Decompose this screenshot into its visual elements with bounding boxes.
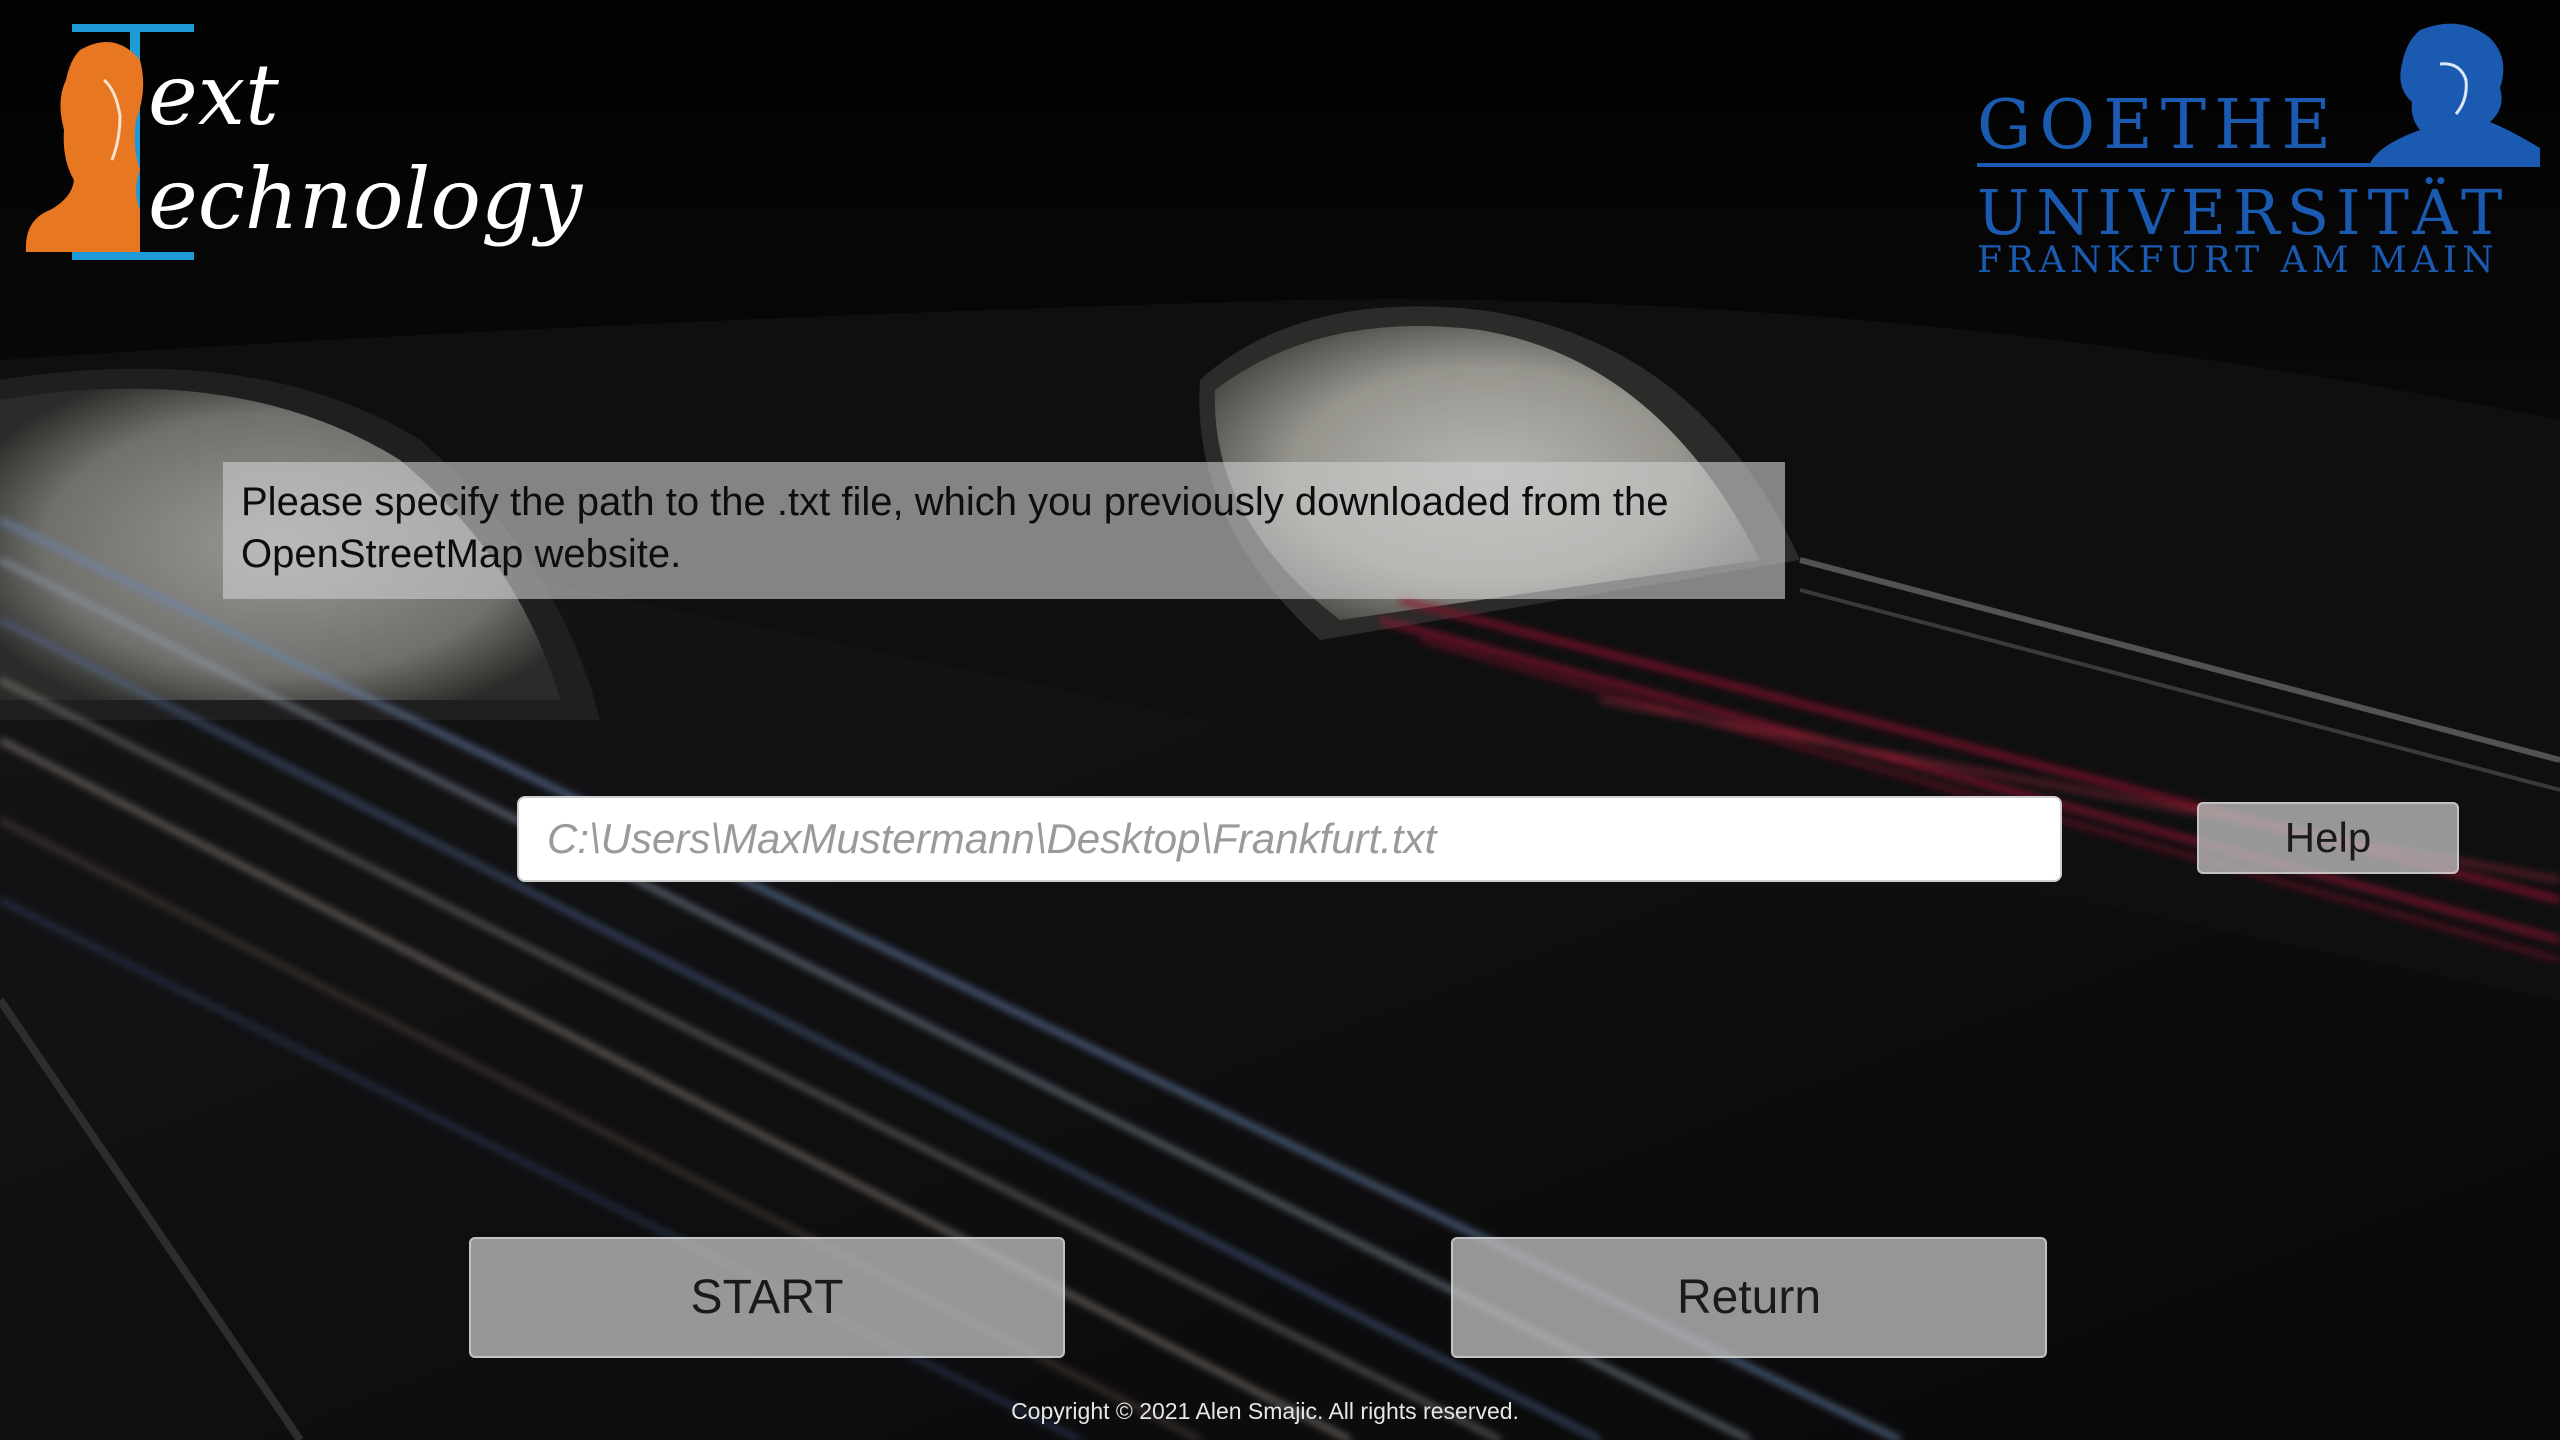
goethe-university-logo: GOETHE UNIVERSITÄT FRANKFURT AM MAIN	[1960, 18, 2540, 288]
text-technology-logo: ext echnology	[20, 20, 583, 270]
help-button[interactable]: Help	[2197, 802, 2459, 874]
return-button-label: Return	[1676, 1271, 1822, 1324]
app-window: ext echnology GOETHE UNIVERSITÄT FRANKFU…	[0, 0, 2560, 1440]
goethe-wordmark: GOETHE	[1977, 86, 2340, 165]
frame-bottom	[72, 252, 194, 260]
logo-word-echnology: echnology	[148, 150, 583, 248]
file-path-input[interactable]	[517, 796, 2062, 882]
copyright-notice: Copyright © 2021 Alen Smajic. All rights…	[1011, 1398, 1519, 1424]
instruction-panel: Please specify the path to the .txt file…	[223, 462, 1785, 599]
logo-word-ext: ext	[148, 46, 279, 144]
frankfurt-wordmark: FRANKFURT AM MAIN	[1977, 240, 2499, 281]
help-button-label: Help	[2284, 814, 2372, 861]
start-button[interactable]: START	[469, 1237, 1065, 1358]
start-button-label: START	[690, 1271, 844, 1324]
universitaet-wordmark: UNIVERSITÄT	[1977, 176, 2510, 249]
goethe-portrait-blue-icon	[2370, 23, 2540, 163]
instruction-text: Please specify the path to the .txt file…	[241, 480, 1669, 576]
return-button[interactable]: Return	[1451, 1237, 2047, 1358]
goethe-divider	[1977, 163, 2540, 167]
